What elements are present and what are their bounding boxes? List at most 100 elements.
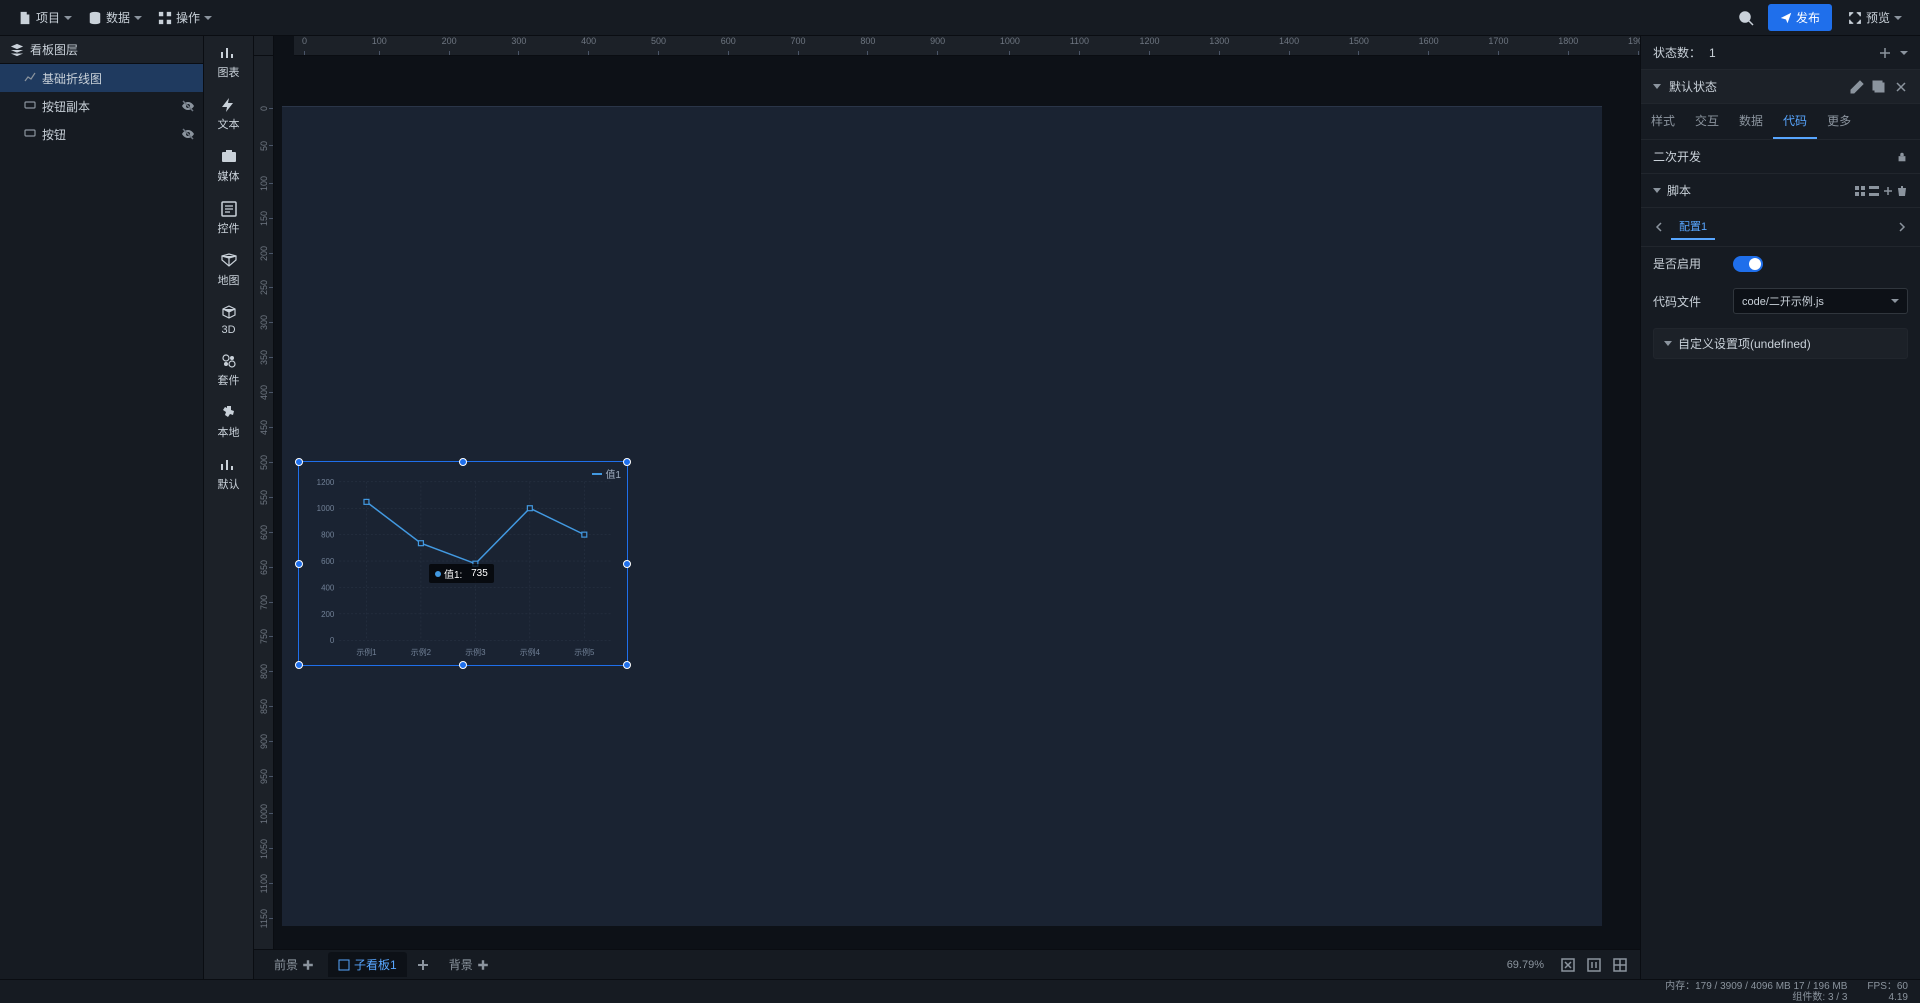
grid-icon[interactable] [1854,185,1866,197]
copy-icon[interactable] [1872,80,1886,94]
fit-icon [1561,958,1575,972]
canvas-area: 0100200300400500600700800900100011001200… [254,36,1640,979]
edit-icon[interactable] [1850,80,1864,94]
grid-icon [158,11,172,25]
enable-toggle[interactable] [1733,256,1763,272]
default-state-row[interactable]: 默认状态 [1641,70,1920,104]
property-tab-2[interactable]: 数据 [1729,104,1773,139]
component-category-2[interactable]: 媒体 [204,140,253,192]
svg-text:示例2: 示例2 [411,647,431,657]
send-icon [1780,12,1792,24]
component-category-1[interactable]: 文本 [204,88,253,140]
plus-icon[interactable] [1878,46,1892,60]
config-tabs: 配置1 [1641,208,1920,247]
component-category-3[interactable]: 控件 [204,192,253,244]
hidden-icon[interactable] [181,99,195,113]
property-tab-1[interactable]: 交互 [1685,104,1729,139]
property-tabs: 样式交互数据代码更多 [1641,104,1920,140]
menu-project[interactable]: 项目 [10,5,80,30]
chevron-down-icon [1891,299,1899,303]
add-tab-button[interactable] [411,953,435,977]
category-icon [220,456,238,474]
component-category-8[interactable]: 默认 [204,448,253,500]
component-category-4[interactable]: 地图 [204,244,253,296]
preview-button[interactable]: 预览 [1840,4,1910,31]
category-icon [220,404,238,422]
component-category-0[interactable]: 图表 [204,36,253,88]
fps-status: FPS：60 [1867,981,1908,992]
plus-icon [416,958,430,972]
svg-text:800: 800 [321,531,335,540]
chart-legend: 值1 [592,466,621,481]
scene-tabs: 前景 子看板1 背景 69.79% [254,949,1640,979]
menu-project-label: 项目 [36,9,60,26]
layer-item-1[interactable]: 按钮副本 [0,92,203,120]
fit-screen-button[interactable] [1558,955,1578,975]
category-label: 媒体 [218,168,240,184]
property-tab-3[interactable]: 代码 [1773,104,1817,139]
svg-text:1200: 1200 [317,478,335,487]
component-category-7[interactable]: 本地 [204,396,253,448]
plus-icon[interactable] [477,959,489,971]
close-icon[interactable] [1894,80,1908,94]
category-icon [220,252,238,270]
dashboard-icon [338,959,350,971]
layer-item-2[interactable]: 按钮 [0,120,203,148]
chevron-down-icon [134,16,142,20]
file-icon [18,11,32,25]
category-label: 图表 [218,64,240,80]
plus-icon[interactable] [1882,185,1894,197]
chevron-left-icon[interactable] [1653,221,1665,233]
memory-status: 内存：179 / 3909 / 4096 MB 17 / 196 MB [1665,981,1847,992]
category-icon [220,148,238,166]
tab-foreground[interactable]: 前景 [264,952,324,977]
menu-data-label: 数据 [106,9,130,26]
tab-child-dashboard[interactable]: 子看板1 [328,952,407,977]
dev-section: 二次开发 [1641,140,1920,174]
properties-panel: 状态数： 1 默认状态 样式交互数据代码更多 二次开发 脚本 [1640,36,1920,979]
property-tab-0[interactable]: 样式 [1641,104,1685,139]
selected-chart-widget[interactable]: 值1 020040060080010001200示例1示例2示例3示例4示例5 … [298,461,628,666]
state-count-value: 1 [1709,46,1716,60]
chevron-down-icon [1653,84,1661,89]
code-file-select[interactable]: code/二开示例.js [1733,288,1908,314]
component-category-5[interactable]: 3D [204,296,253,344]
publish-button[interactable]: 发布 [1768,4,1832,31]
layer-item-0[interactable]: 基础折线图 [0,64,203,92]
one-to-one-icon [1587,958,1601,972]
plus-icon[interactable] [302,959,314,971]
category-label: 地图 [218,272,240,288]
canvas[interactable]: 值1 020040060080010001200示例1示例2示例3示例4示例5 … [274,56,1640,949]
menu-data[interactable]: 数据 [80,5,150,30]
lock-icon[interactable] [1896,151,1908,163]
delete-icon[interactable] [1896,185,1908,197]
custom-settings-accordion[interactable]: 自定义设置项(undefined) [1653,328,1908,359]
top-menu-bar: 项目 数据 操作 发布 预览 [0,0,1920,36]
button-icon [24,127,36,142]
tab-fg-label: 前景 [274,956,298,973]
ruler-vertical: 0501001502002503003504004505005506006507… [254,56,274,949]
chevron-right-icon[interactable] [1896,221,1908,233]
script-section-label: 脚本 [1667,182,1691,199]
svg-text:0: 0 [330,636,335,645]
menu-actions[interactable]: 操作 [150,5,220,30]
component-category-6[interactable]: 套件 [204,344,253,396]
grid-icon [1613,958,1627,972]
state-count-row: 状态数： 1 [1641,36,1920,70]
chevron-down-icon[interactable] [1900,51,1908,55]
hidden-icon[interactable] [181,127,195,141]
category-label: 默认 [218,476,240,492]
property-tab-4[interactable]: 更多 [1817,104,1861,139]
grid-toggle-button[interactable] [1610,955,1630,975]
layers-icon [10,43,24,57]
chevron-down-icon [204,16,212,20]
config-tab-1[interactable]: 配置1 [1671,214,1715,240]
button-icon [24,99,36,114]
tab-child-label: 子看板1 [354,956,397,973]
tab-background[interactable]: 背景 [439,952,499,977]
category-icon [220,96,238,114]
actual-size-button[interactable] [1584,955,1604,975]
line-chart-icon [24,71,36,86]
search-button[interactable] [1732,4,1760,32]
list-icon[interactable] [1868,185,1880,197]
